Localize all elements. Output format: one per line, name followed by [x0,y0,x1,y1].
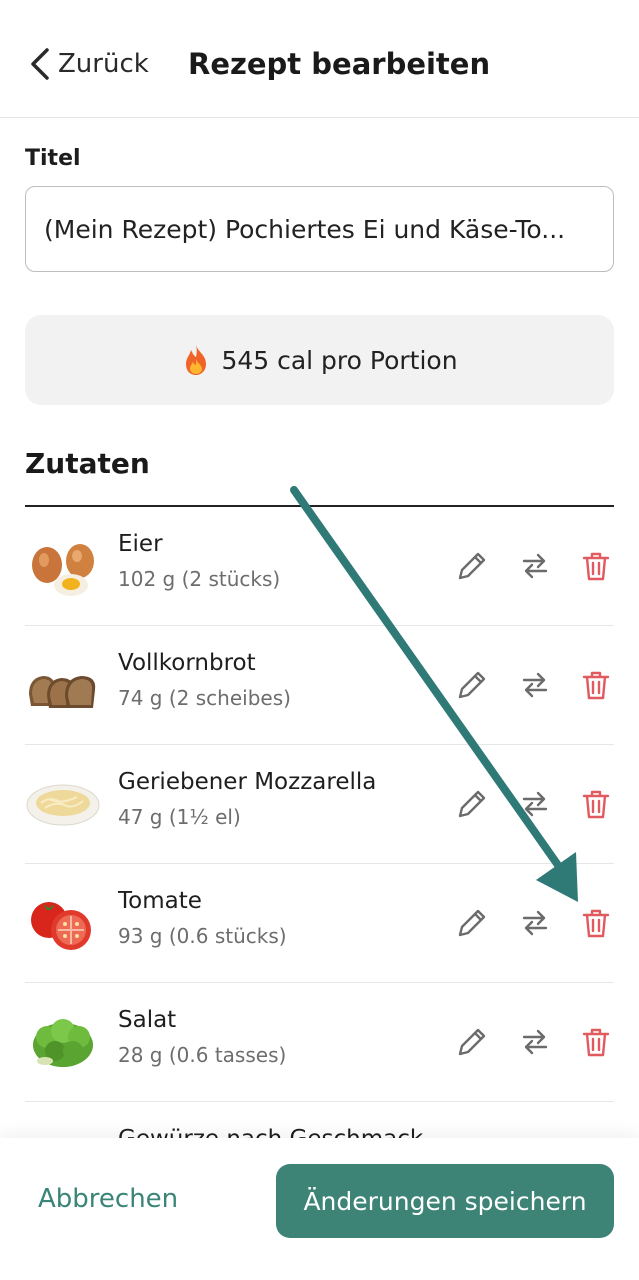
tomato-image [31,902,91,950]
ingredient-row: Vollkornbrot 74 g (2 scheibes) [25,626,614,745]
calorie-summary: 545 cal pro Portion [25,315,614,405]
swap-button[interactable] [514,783,556,825]
mozzarella-image [26,784,100,826]
save-changes-button[interactable]: Änderungen speichern [276,1164,614,1238]
trash-icon [582,790,610,819]
back-button[interactable]: Zurück [28,44,149,84]
delete-button[interactable] [575,783,617,825]
trash-icon [582,1028,610,1057]
edit-button[interactable] [451,1021,493,1063]
delete-button[interactable] [575,545,617,587]
swap-button[interactable] [514,545,556,587]
top-bar: Zurück Rezept bearbeiten [0,0,639,118]
swap-button[interactable] [514,664,556,706]
ingredient-amount: 102 g (2 stücks) [118,567,281,591]
swap-button[interactable] [514,1021,556,1063]
ingredient-amount: 74 g (2 scheibes) [118,686,291,710]
delete-button[interactable] [575,1021,617,1063]
pencil-icon [458,1028,486,1056]
egg-image [32,544,94,596]
trash-icon [582,552,610,581]
edit-button[interactable] [451,783,493,825]
lettuce-image [33,1019,93,1067]
bread-image [29,676,96,708]
pencil-icon [458,552,486,580]
ingredient-amount: 47 g (1½ el) [118,805,241,829]
edit-button[interactable] [451,545,493,587]
ingredient-amount: 93 g (0.6 stücks) [118,924,287,948]
ingredient-amount: 28 g (0.6 tasses) [118,1043,287,1067]
pencil-icon [458,671,486,699]
pencil-icon [458,909,486,937]
swap-arrows-icon [522,910,548,936]
ingredient-row: Eier 102 g (2 stücks) [25,507,614,626]
edit-button[interactable] [451,902,493,944]
bottom-action-bar: Abbrechen Änderungen speichern [0,1138,639,1280]
ingredient-row: Salat 28 g (0.6 tasses) [25,983,614,1102]
cancel-button[interactable]: Abbrechen [38,1184,178,1214]
pencil-icon [458,790,486,818]
delete-button[interactable] [575,902,617,944]
ingredient-name: Vollkornbrot [118,650,256,676]
back-label: Zurück [58,49,149,79]
ingredient-name: Tomate [118,888,202,914]
ingredient-name: Geriebener Mozzarella [118,769,377,795]
swap-arrows-icon [522,553,548,579]
edit-button[interactable] [451,664,493,706]
swap-button[interactable] [514,902,556,944]
title-field-label: Titel [25,146,81,171]
swap-arrows-icon [522,1029,548,1055]
ingredient-row: Geriebener Mozzarella 47 g (1½ el) [25,745,614,864]
title-input[interactable] [25,186,614,272]
ingredient-name: Eier [118,531,163,557]
swap-arrows-icon [522,672,548,698]
page-title: Rezept bearbeiten [188,47,491,81]
trash-icon [582,671,610,700]
ingredient-name: Salat [118,1007,177,1033]
chevron-left-icon [31,48,49,80]
calorie-text: 545 cal pro Portion [221,345,458,375]
swap-arrows-icon [522,791,548,817]
trash-icon [582,909,610,938]
ingredients-heading: Zutaten [25,447,150,480]
delete-button[interactable] [575,664,617,706]
ingredient-row: Tomate 93 g (0.6 stücks) [25,864,614,983]
fire-icon [186,345,207,375]
